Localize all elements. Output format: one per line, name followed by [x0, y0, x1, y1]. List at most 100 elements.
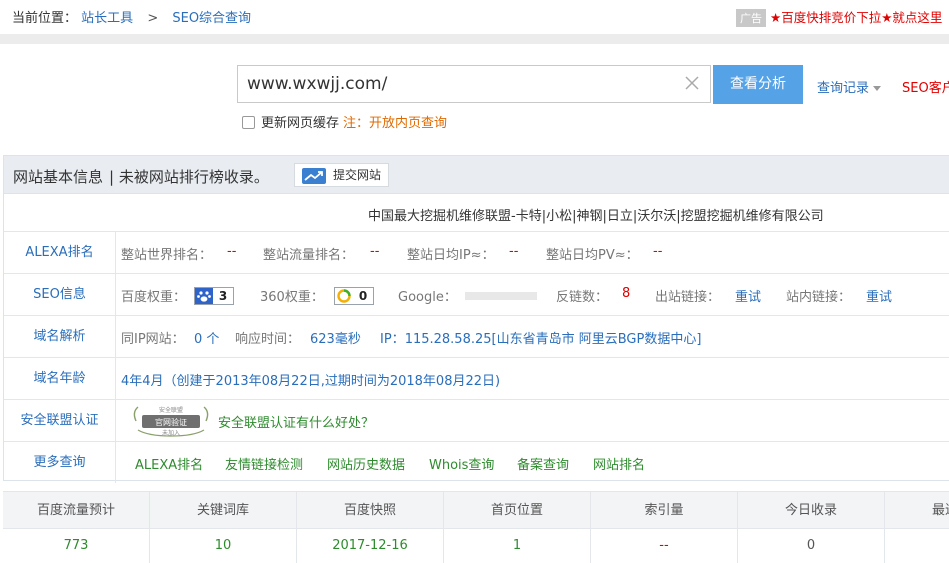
security-label[interactable]: 安全联盟认证 — [4, 400, 116, 441]
domain-age-row: 域名年龄 4年4月（创建于2013年08月22日,过期时间为2018年08月22… — [4, 357, 949, 399]
seal-main-text: 官网验证 — [155, 417, 187, 427]
more-link-site-rank[interactable]: 网站排名 — [593, 454, 645, 473]
world-rank-label: 整站世界排名： — [121, 248, 213, 263]
td-keywords[interactable]: 10 — [150, 529, 297, 563]
th-today-indexed: 今日收录 — [738, 492, 885, 529]
panel-subtitle: | 未被网站排行榜收录。 — [109, 168, 269, 186]
panel-title: 网站基本信息 | 未被网站排行榜收录。 — [13, 166, 269, 187]
more-link-icp[interactable]: 备案查询 — [517, 454, 569, 473]
th-keywords: 关键词库 — [150, 492, 297, 529]
th-snapshot: 百度快照 — [297, 492, 444, 529]
baidu-weight-badge[interactable]: 3 — [194, 287, 234, 305]
backlinks-label: 反链数： — [556, 290, 609, 305]
baidu-weight-value: 3 — [213, 288, 233, 304]
query-history-label: 查询记录 — [817, 81, 870, 96]
baidu-weight-label: 百度权重： — [121, 290, 187, 305]
divider-bar — [0, 34, 949, 44]
s360-logo-icon — [335, 288, 353, 304]
seo-label[interactable]: SEO信息 — [4, 274, 116, 315]
submit-site-button[interactable]: 提交网站 — [294, 163, 389, 187]
world-rank-value: -- — [227, 244, 237, 259]
chevron-down-icon — [873, 86, 882, 91]
traffic-rank-value: -- — [370, 244, 380, 259]
breadcrumb-item-webmaster-tools[interactable]: 站长工具 — [81, 11, 133, 26]
security-seal-icon[interactable]: 安全联盟 官网验证 未加入 — [128, 404, 214, 442]
security-row: 安全联盟认证 安全联盟 官网验证 未加入 安全联盟认证有什么好处？ — [4, 399, 949, 441]
baidu-paw-icon — [195, 288, 213, 304]
th-recent: 最近 — [931, 503, 949, 518]
td-recent — [885, 529, 949, 563]
td-index-count[interactable]: -- — [591, 529, 738, 563]
query-history-dropdown[interactable]: 查询记录 — [817, 77, 882, 96]
refresh-cache-checkbox[interactable] — [242, 116, 255, 129]
s360-weight-value: 0 — [353, 288, 373, 304]
site-info-panel: 网站基本信息 | 未被网站排行榜收录。 提交网站 中国最大挖掘机维修联盟-卡特|小… — [3, 155, 949, 483]
ad-link[interactable]: ★百度快排竞价下拉★就点这里 — [770, 10, 942, 25]
ip-value[interactable]: 115.28.58.25[山东省青岛市 阿里云BGP数据中心] — [405, 332, 702, 347]
td-today-indexed: 0 — [738, 529, 885, 563]
breadcrumb: 当前位置： 站长工具 > SEO综合查询 — [12, 7, 251, 26]
google-pr-bar — [465, 292, 537, 300]
clear-icon[interactable] — [682, 73, 702, 93]
seal-top-text: 安全联盟 — [159, 406, 183, 414]
google-label: Google： — [398, 290, 457, 305]
ad-banner[interactable]: 广告 ★百度快排竞价下拉★就点这里 — [736, 7, 942, 27]
inlinks-label: 站内链接： — [786, 290, 852, 305]
dns-label[interactable]: 域名解析 — [4, 316, 116, 357]
breadcrumb-separator: > — [147, 11, 159, 26]
seo-row: SEO信息 百度权重： 3 360权重： 0 Google： 反链数： 8 出站… — [4, 273, 949, 315]
backlinks-value[interactable]: 8 — [622, 286, 630, 301]
company-title: 中国最大挖掘机维修联盟-卡特|小松|神钢|日立|沃尔沃|挖盟挖掘机维修有限公司 — [368, 209, 824, 224]
breadcrumb-item-seo-query[interactable]: SEO综合查询 — [172, 11, 251, 26]
more-queries-label[interactable]: 更多查询 — [4, 442, 116, 483]
panel-title-text: 网站基本信息 — [13, 168, 104, 186]
th-index-count: 索引量 — [591, 492, 738, 529]
daily-ip-label: 整站日均IP≈： — [407, 248, 495, 263]
more-link-friend-links[interactable]: 友情链接检测 — [225, 454, 303, 473]
top-bar: 当前位置： 站长工具 > SEO综合查询 广告 ★百度快排竞价下拉★就点这里 — [0, 0, 949, 34]
ip-label: IP： — [380, 332, 405, 347]
th-baidu-traffic: 百度流量预计 — [3, 492, 150, 529]
daily-ip-value: -- — [509, 244, 519, 259]
response-time-value: 623毫秒 — [310, 332, 361, 347]
dns-row: 域名解析 同IP网站： 0 个 响应时间： 623毫秒 IP：115.28.58… — [4, 315, 949, 357]
submit-site-label: 提交网站 — [333, 168, 382, 182]
td-homepage-position: 1 — [444, 529, 591, 563]
cache-option: 更新网页缓存 注：开放内页查询 — [242, 112, 447, 131]
domain-age-value[interactable]: 4年4月（创建于2013年08月22日,过期时间为2018年08月22日) — [121, 370, 500, 389]
more-link-history[interactable]: 网站历史数据 — [327, 454, 405, 473]
more-link-whois[interactable]: Whois查询 — [429, 454, 494, 473]
panel-header: 网站基本信息 | 未被网站排行榜收录。 提交网站 — [4, 156, 949, 194]
more-queries-row: 更多查询 ALEXA排名 友情链接检测 网站历史数据 Whois查询 备案查询 … — [4, 441, 949, 483]
outlinks-retry[interactable]: 重试 — [735, 286, 761, 305]
s360-weight-badge[interactable]: 0 — [334, 287, 374, 305]
outlinks-label: 出站链接： — [655, 290, 721, 305]
stats-table-header: 百度流量预计 关键词库 百度快照 首页位置 索引量 今日收录 最近 — [3, 491, 949, 529]
breadcrumb-prefix: 当前位置： — [12, 11, 78, 26]
inlinks-retry[interactable]: 重试 — [866, 286, 892, 305]
traffic-rank-label: 整站流量排名： — [263, 248, 355, 263]
domain-age-label[interactable]: 域名年龄 — [4, 358, 116, 399]
more-link-alexa[interactable]: ALEXA排名 — [135, 454, 203, 473]
url-input[interactable] — [247, 72, 667, 96]
ad-tag: 广告 — [736, 9, 766, 27]
daily-pv-value: -- — [653, 244, 663, 259]
seo-client-link[interactable]: SEO客户端 — [902, 77, 949, 96]
daily-pv-label: 整站日均PV≈： — [546, 248, 639, 263]
response-time-label: 响应时间： — [235, 332, 301, 347]
refresh-cache-label[interactable]: 更新网页缓存 — [261, 116, 339, 131]
td-snapshot[interactable]: 2017-12-16 — [297, 529, 444, 563]
th-homepage-position: 首页位置 — [444, 492, 591, 529]
same-ip-label: 同IP网站： — [121, 332, 185, 347]
alexa-row: ALEXA排名 整站世界排名： -- 整站流量排名： -- 整站日均IP≈： -… — [4, 231, 949, 273]
security-benefit-link[interactable]: 安全联盟认证有什么好处？ — [218, 412, 374, 431]
seal-bottom-text: 未加入 — [162, 429, 180, 437]
stats-table: 百度流量预计 关键词库 百度快照 首页位置 索引量 今日收录 最近 773 10… — [3, 491, 949, 563]
inner-page-note: 注：开放内页查询 — [343, 116, 448, 131]
td-baidu-traffic[interactable]: 773 — [3, 529, 150, 563]
same-ip-value[interactable]: 0 个 — [194, 328, 219, 347]
trend-chart-icon — [302, 168, 326, 184]
url-search-box — [237, 65, 711, 103]
analyze-button[interactable]: 查看分析 — [713, 65, 803, 104]
alexa-label[interactable]: ALEXA排名 — [4, 232, 116, 273]
